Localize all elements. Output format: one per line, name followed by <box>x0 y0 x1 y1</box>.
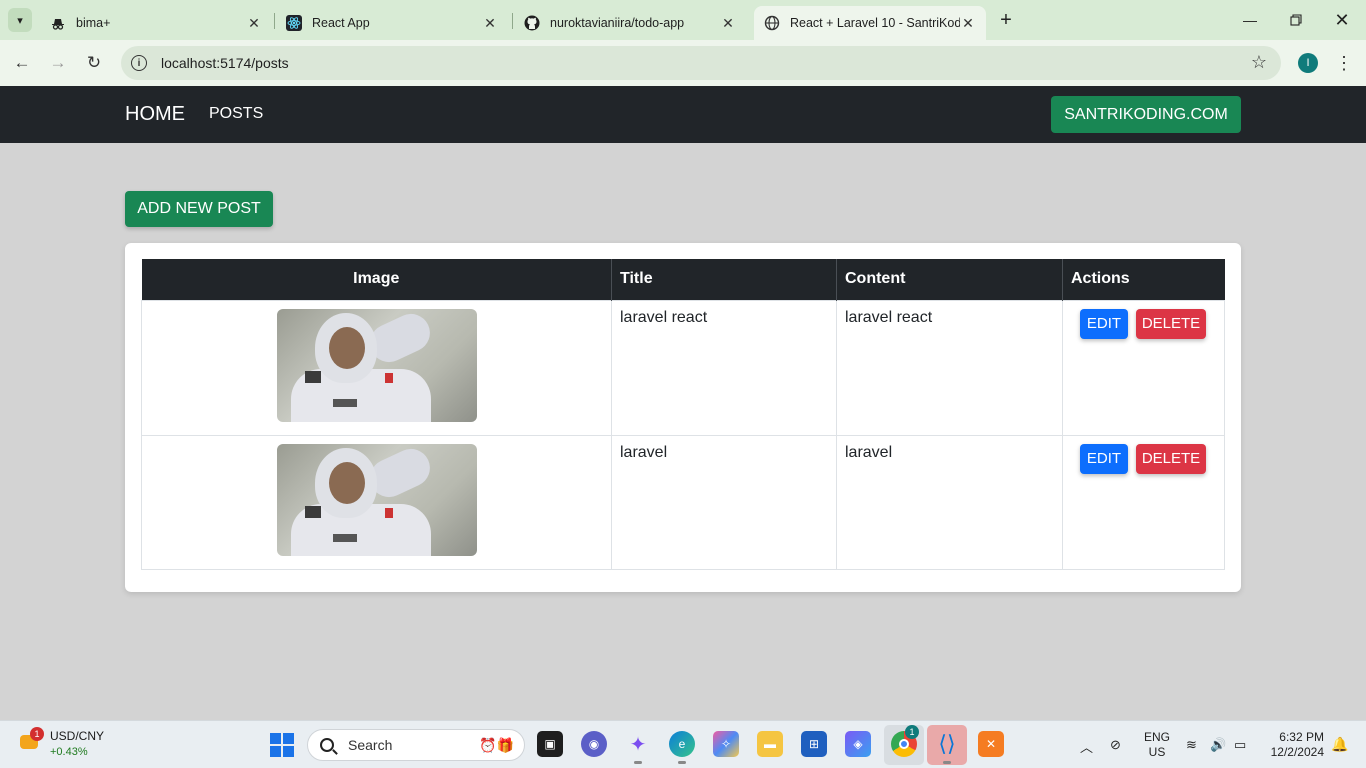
close-icon[interactable]: ✕ <box>720 15 736 31</box>
folder-icon[interactable]: ▬ <box>757 731 783 757</box>
app-navbar: HOME POSTS SANTRIKODING.COM <box>0 86 1366 143</box>
nav-home-link[interactable]: HOME <box>125 103 185 126</box>
post-image <box>276 443 477 556</box>
image-cell <box>141 434 612 570</box>
search-highlight-icon: ⏰🎁 <box>479 737 514 753</box>
edit-button[interactable]: EDIT <box>1080 443 1128 474</box>
table-row: laravel laravel EDIT DELETE <box>141 434 1225 570</box>
close-icon[interactable]: ✕ <box>960 15 976 31</box>
tab-divider <box>274 13 275 29</box>
delete-button[interactable]: DELETE <box>1136 308 1206 339</box>
table-header-row: Image Title Content Actions <box>141 259 1225 300</box>
header-actions: Actions <box>1062 259 1225 300</box>
close-icon[interactable]: ✕ <box>482 15 498 31</box>
browser-menu-icon[interactable]: ⋮ <box>1334 51 1354 75</box>
posts-table: Image Title Content Actions laravel reac… <box>141 259 1225 570</box>
taskbar-search[interactable]: Search ⏰🎁 <box>307 729 525 761</box>
delete-button[interactable]: DELETE <box>1136 443 1206 474</box>
close-window-icon[interactable]: ✕ <box>1330 8 1354 32</box>
actions-cell: EDIT DELETE <box>1062 434 1225 570</box>
onedrive-sync-off-icon[interactable]: ⊘ <box>1110 737 1121 753</box>
restore-icon[interactable] <box>1284 8 1308 32</box>
clock-time: 6:32 PM <box>1279 730 1324 744</box>
search-icon <box>320 738 334 752</box>
lang-line1: ENG <box>1144 730 1171 744</box>
profile-avatar[interactable]: I <box>1298 53 1318 73</box>
content-cell: laravel <box>836 434 1063 570</box>
tab-title: bima+ <box>76 16 111 30</box>
back-arrow-icon[interactable]: ← <box>10 51 34 75</box>
site-info-icon[interactable]: i <box>131 55 147 71</box>
tab-title: React App <box>312 16 370 30</box>
tab-react-laravel[interactable]: React + Laravel 10 - SantriKodi ✕ <box>754 6 986 40</box>
title-cell: laravel <box>611 434 837 570</box>
incognito-hat-icon <box>50 15 66 31</box>
header-image: Image <box>141 259 612 300</box>
clock-date: 12/2/2024 <box>1270 745 1324 759</box>
stock-name[interactable]: USD/CNY <box>50 729 104 743</box>
forward-arrow-icon[interactable]: → <box>46 51 70 75</box>
posts-card: Image Title Content Actions laravel reac… <box>125 243 1241 592</box>
language-indicator[interactable]: ENG US <box>1144 730 1170 760</box>
address-bar[interactable]: i localhost:5174/posts ☆ <box>121 46 1281 80</box>
weather-widget-icon[interactable]: 1 <box>18 727 44 755</box>
minimize-icon[interactable]: — <box>1238 8 1262 32</box>
table-row: laravel react laravel react EDIT DELETE <box>141 299 1225 436</box>
santrikoding-button[interactable]: SANTRIKODING.COM <box>1051 96 1241 133</box>
tab-title: nuroktavianiira/todo-app <box>550 16 685 30</box>
battery-icon[interactable]: ▭ <box>1234 737 1246 753</box>
browser-tab-strip: ▾ bima+ ✕ React App ✕ nuroktavianiira/to… <box>0 0 1366 40</box>
office-icon[interactable]: ◈ <box>845 731 871 757</box>
globe-icon <box>764 15 780 31</box>
close-icon[interactable]: ✕ <box>246 15 262 31</box>
clock[interactable]: 6:32 PM 12/2/2024 <box>1264 730 1324 760</box>
url-text[interactable]: localhost:5174/posts <box>161 55 289 71</box>
store-icon[interactable]: ⊞ <box>801 731 827 757</box>
tab-bima[interactable]: bima+ ✕ <box>40 6 272 40</box>
file-explorer-dark-icon[interactable]: ▣ <box>537 731 563 757</box>
tab-react-app[interactable]: React App ✕ <box>276 6 508 40</box>
xampp-icon[interactable]: ✕ <box>978 731 1004 757</box>
bookmark-star-icon[interactable]: ☆ <box>1251 52 1267 73</box>
post-image <box>276 308 477 422</box>
teams-chat-icon[interactable]: ◉ <box>581 731 607 757</box>
nav-posts-link[interactable]: POSTS <box>209 105 263 123</box>
lang-line2: US <box>1148 745 1166 759</box>
chrome-icon[interactable]: 1 <box>891 725 919 757</box>
tab-divider <box>512 13 513 29</box>
react-logo-icon <box>286 15 302 31</box>
github-icon <box>524 15 540 31</box>
browser-toolbar: ← → ↻ i localhost:5174/posts ☆ I ⋮ <box>0 40 1366 86</box>
edit-button[interactable]: EDIT <box>1080 308 1128 339</box>
title-cell: laravel react <box>611 299 837 436</box>
copilot-icon[interactable]: ✧ <box>713 731 739 757</box>
new-tab-plus-icon[interactable]: + <box>994 9 1018 31</box>
actions-cell: EDIT DELETE <box>1062 299 1225 436</box>
tab-title: React + Laravel 10 - SantriKodi <box>790 16 960 30</box>
windows-start-icon[interactable] <box>270 733 294 757</box>
edge-icon[interactable]: e <box>669 731 695 764</box>
notification-bell-icon[interactable]: 🔔 <box>1331 736 1348 753</box>
tab-github[interactable]: nuroktavianiira/todo-app ✕ <box>514 6 746 40</box>
gemini-sparkle-icon[interactable]: ✦ <box>625 731 651 764</box>
chrome-badge: 1 <box>905 725 919 739</box>
tab-search-button[interactable]: ▾ <box>8 8 32 32</box>
wifi-icon[interactable]: ≋ <box>1186 737 1197 753</box>
vscode-icon[interactable]: ⟨⟩ <box>934 731 960 764</box>
search-label: Search <box>348 737 393 753</box>
stock-change[interactable]: +0.43% <box>50 746 88 758</box>
header-title: Title <box>611 259 837 300</box>
reload-icon[interactable]: ↻ <box>82 51 106 75</box>
image-cell <box>141 299 612 436</box>
windows-taskbar: 1 USD/CNY +0.43% Search ⏰🎁 ▣ ◉ ✦ e ✧ ▬ ⊞… <box>0 720 1366 768</box>
add-new-post-button[interactable]: ADD NEW POST <box>125 191 273 227</box>
widget-badge: 1 <box>30 727 44 741</box>
content-cell: laravel react <box>836 299 1063 436</box>
volume-icon[interactable]: 🔊 <box>1210 737 1226 753</box>
header-content: Content <box>836 259 1063 300</box>
tray-chevron-icon[interactable]: ︿ <box>1080 737 1093 756</box>
